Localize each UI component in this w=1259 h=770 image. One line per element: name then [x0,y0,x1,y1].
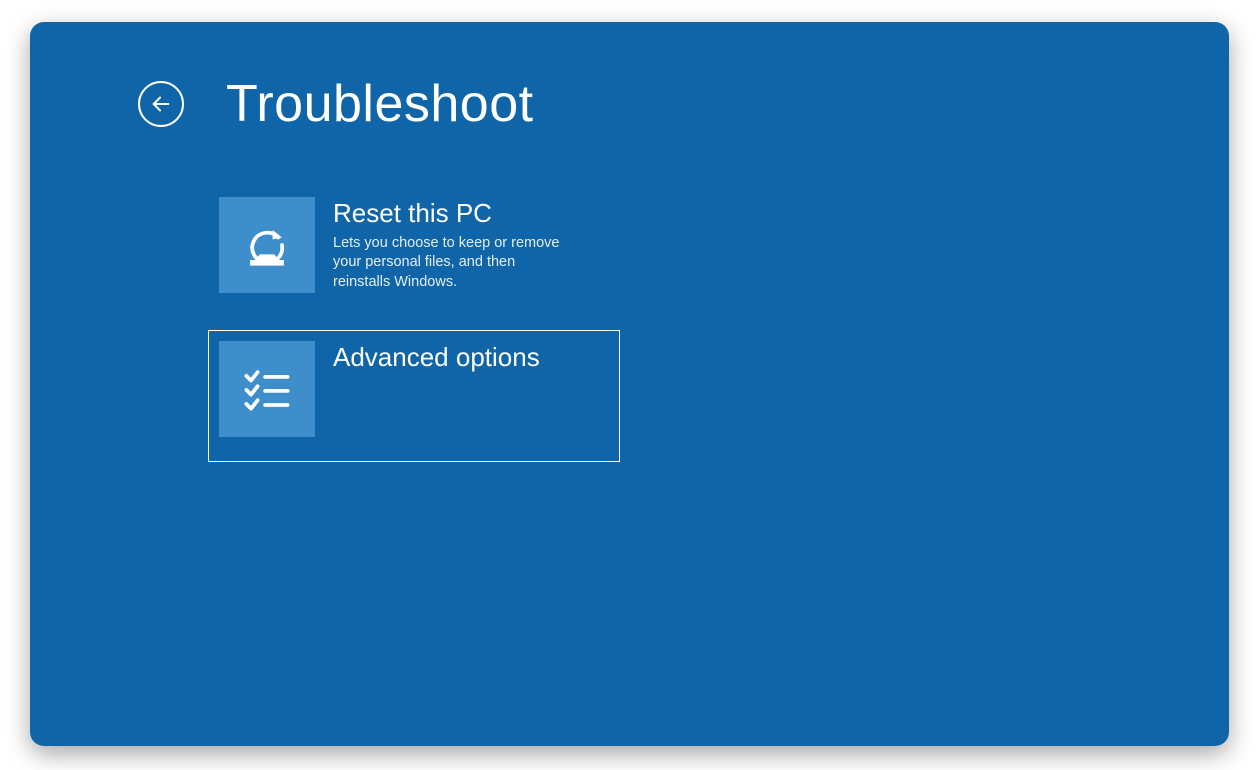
tile-text: Advanced options [333,341,540,372]
recovery-screen: Troubleshoot Reset this PC Lets you choo… [30,22,1229,746]
tile-advanced-options[interactable]: Advanced options [208,330,620,462]
back-button[interactable] [138,81,184,127]
reset-pc-icon [219,197,315,293]
options-list: Reset this PC Lets you choose to keep or… [208,186,618,474]
page-header: Troubleshoot [138,78,534,130]
arrow-left-icon [150,93,172,115]
tile-text: Reset this PC Lets you choose to keep or… [333,197,568,292]
tile-description: Lets you choose to keep or remove your p… [333,234,568,293]
tile-title: Advanced options [333,343,540,372]
page-title: Troubleshoot [226,78,534,130]
checklist-icon [219,341,315,437]
tile-title: Reset this PC [333,199,568,228]
tile-reset-this-pc[interactable]: Reset this PC Lets you choose to keep or… [208,186,620,318]
